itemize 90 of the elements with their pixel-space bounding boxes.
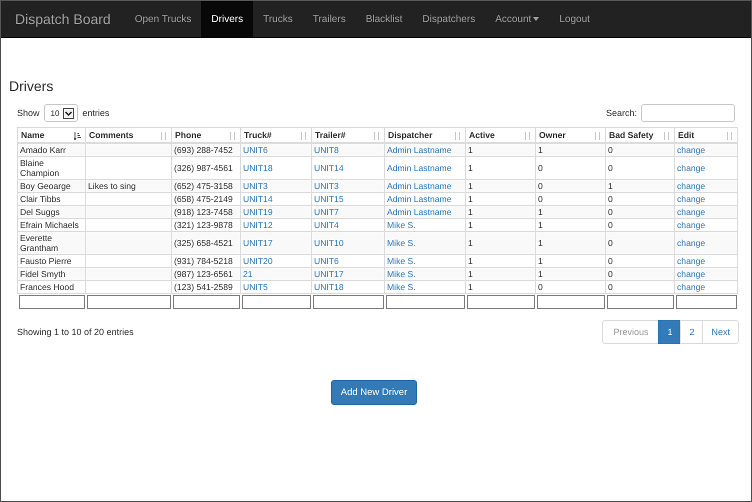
page-button[interactable]: Next [702,320,739,344]
page-size-select[interactable]: 10 [44,104,78,122]
table-cell: 1 [608,181,613,191]
table-cell: (325) 658-4521 [174,238,233,248]
table-link[interactable]: Mike S. [387,238,416,248]
search-field[interactable] [641,104,735,122]
filter-field[interactable] [606,295,674,309]
table-link[interactable]: UNIT14 [314,163,344,173]
page-button[interactable]: 2 [680,320,704,344]
table-cell: 1 [468,194,473,204]
nav-item[interactable]: Trucks [253,1,303,37]
filter-field[interactable] [18,295,84,309]
chevron-icon [63,108,74,118]
entries-label: entries [82,108,110,118]
table-cell: Efrain Michaels [20,220,79,230]
table-cell: Fausto Pierre [20,256,72,266]
table-cell: (658) 475-2149 [174,194,233,204]
nav-item[interactable]: Account [485,1,550,37]
table-cell: 0 [538,181,543,191]
table-link[interactable]: change [677,163,706,173]
filter-field[interactable] [536,295,604,309]
table-cell: 0 [608,207,613,217]
table-cell: (326) 987-4561 [174,163,233,173]
table-cell: 1 [538,238,543,248]
table-cell: 1 [538,269,543,279]
nav-item[interactable]: Dispatchers [412,1,486,37]
entries-info: Showing 1 to 10 of 20 entries [17,327,134,337]
table-cell: 0 [608,238,613,248]
table-cell: 1 [538,220,543,230]
table-cell: 1 [468,238,473,248]
nav-item[interactable]: Blacklist [356,1,412,37]
table-cell: (931) 784-5218 [174,256,233,266]
table-cell: 0 [608,163,613,173]
filter-field[interactable] [466,295,534,309]
brand-title[interactable]: Dispatch Board [1,1,125,37]
table-cell: 1 [468,181,473,191]
table-cell: (652) 475-3158 [174,181,233,191]
table-link[interactable]: UNIT10 [314,238,344,248]
table-cell: 0 [608,269,613,279]
table-link[interactable]: UNIT17 [243,238,273,248]
table-cell: 1 [538,207,543,217]
table-cell: Blaine Champion [20,158,60,178]
table-cell: Clair Tibbs [20,194,61,204]
table-cell: 1 [468,145,473,155]
table-cell: (987) 123-6561 [174,269,233,279]
table-cell: 0 [538,194,543,204]
filter-field[interactable] [242,295,310,309]
page-button[interactable]: 1 [658,320,682,344]
page-title: Drivers [9,78,54,94]
nav-item[interactable]: Trailers [302,1,356,37]
table-cell: 0 [538,282,543,292]
table-cell: 1 [468,220,473,230]
table-cell: 0 [608,282,613,292]
table-cell: Frances Hood [20,282,74,292]
nav-item[interactable]: Drivers [201,1,254,37]
table-cell: 0 [608,256,613,266]
table-cell: 1 [468,163,473,173]
table-cell: Likes to sing [88,181,136,191]
table-cell: (693) 288-7452 [174,145,233,155]
table-cell: Everette Grantham [20,233,58,253]
table-cell: (321) 123-9878 [174,220,233,230]
table-cell: Del Suggs [20,207,60,217]
show-label: Show [17,108,40,118]
table-cell: 1 [468,207,473,217]
table-cell: (918) 123-7458 [174,207,233,217]
table-cell: Fidel Smyth [20,269,66,279]
filter-field[interactable] [312,295,384,309]
table-link[interactable]: change [677,238,706,248]
filter-field[interactable] [386,295,464,309]
add-driver-button[interactable]: Add New Driver [330,380,418,405]
table-cell: 0 [608,145,613,155]
filter-field[interactable] [172,295,240,309]
table-cell: 0 [608,220,613,230]
table-cell: Amado Karr [20,145,66,155]
nav-item[interactable]: Logout [549,1,600,37]
table-cell: 1 [468,256,473,266]
table-cell: 0 [608,194,613,204]
nav-item[interactable]: Open Trucks [124,1,202,37]
table-link[interactable]: 21 [243,269,253,279]
filter-field[interactable] [676,295,736,309]
table-cell: 0 [538,163,543,173]
table-cell: Boy Geoarge [20,181,71,191]
filter-field[interactable] [86,295,170,309]
table-cell: 1 [468,269,473,279]
table-cell: (123) 541-2589 [174,282,233,292]
table-cell: 1 [538,145,543,155]
search-label: Search: [606,108,637,118]
table-cell: 1 [538,256,543,266]
table-link[interactable]: UNIT18 [243,163,273,173]
table-cell: 1 [468,282,473,292]
